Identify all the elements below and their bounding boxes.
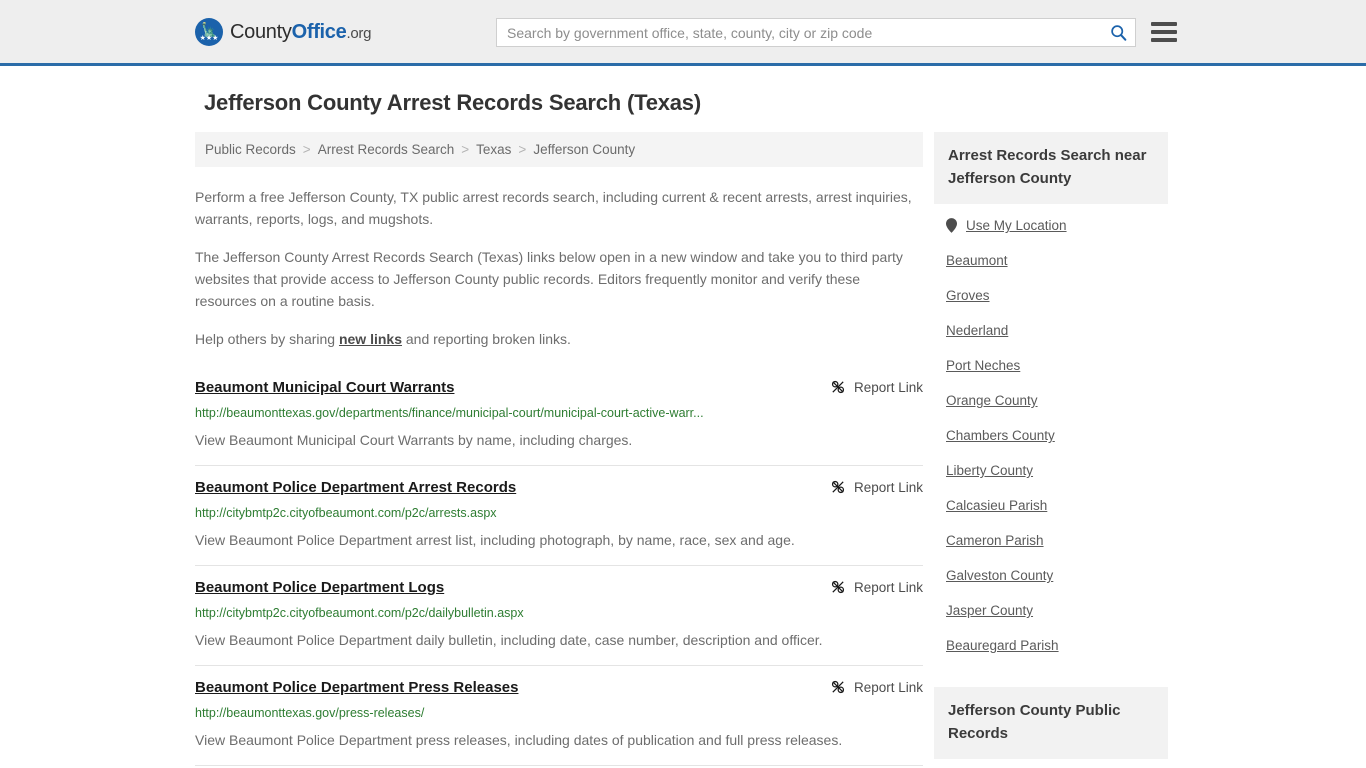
menu-bar-2 — [1151, 30, 1177, 34]
report-link-label: Report Link — [853, 679, 923, 695]
intro-paragraph-1: Perform a free Jefferson County, TX publ… — [195, 189, 912, 227]
sidebar-item-galveston-county[interactable]: Galveston County — [934, 558, 1168, 593]
page-body: Jefferson County Arrest Records Search (… — [0, 90, 1366, 768]
search-icon — [1110, 25, 1126, 41]
result-description: View Beaumont Police Department daily bu… — [195, 632, 823, 648]
breadcrumb: Public Records > Arrest Records Search >… — [195, 132, 923, 167]
result-url[interactable]: http://beaumonttexas.gov/departments/fin… — [195, 405, 923, 421]
report-link-label: Report Link — [853, 479, 923, 495]
report-link-button[interactable]: Report Link — [830, 378, 923, 395]
logo-text-org: .org — [346, 24, 372, 42]
result-description: View Beaumont Municipal Court Warrants b… — [195, 432, 633, 448]
sidebar-nearby-links: Use My Location Beaumont Groves Nederlan… — [934, 208, 1168, 663]
report-link-button[interactable]: Report Link — [830, 478, 923, 495]
sidebar-link-label[interactable]: Calcasieu Parish — [946, 498, 1047, 513]
result-url[interactable]: http://beaumonttexas.gov/press-releases/ — [195, 705, 923, 721]
breadcrumb-separator: > — [461, 142, 470, 157]
result-item: Beaumont Police Department Arrest Record… — [195, 465, 923, 565]
report-link-button[interactable]: Report Link — [830, 678, 923, 695]
intro-p3-before: Help others by sharing — [195, 331, 339, 347]
broken-link-icon — [831, 580, 845, 594]
intro-text: Perform a free Jefferson County, TX publ… — [195, 186, 923, 350]
report-link-label: Report Link — [853, 379, 923, 395]
sidebar-item-use-my-location[interactable]: Use My Location — [934, 208, 1168, 243]
broken-link-icon — [831, 680, 845, 694]
result-url[interactable]: http://citybmtp2c.cityofbeaumont.com/p2c… — [195, 505, 923, 521]
intro-paragraph-3: Help others by sharing new links and rep… — [195, 328, 923, 350]
hamburger-menu-icon[interactable] — [1149, 18, 1179, 46]
sidebar-item-nederland[interactable]: Nederland — [934, 313, 1168, 348]
breadcrumb-item-jefferson-county[interactable]: Jefferson County — [533, 142, 635, 157]
broken-link-icon — [831, 380, 845, 394]
sidebar-link-label[interactable]: Chambers County — [946, 428, 1055, 443]
intro-p3-after: and reporting broken links. — [402, 331, 571, 347]
sidebar-item-liberty-county[interactable]: Liberty County — [934, 453, 1168, 488]
sidebar-link-label[interactable]: Cameron Parish — [946, 533, 1044, 548]
search-button[interactable] — [1101, 19, 1135, 46]
sidebar-link-label[interactable]: Nederland — [946, 323, 1008, 338]
sidebar-item-calcasieu-parish[interactable]: Calcasieu Parish — [934, 488, 1168, 523]
main-content: Public Records > Arrest Records Search >… — [195, 132, 923, 768]
sidebar-link-label[interactable]: Port Neches — [946, 358, 1020, 373]
menu-bar-1 — [1151, 22, 1177, 26]
sidebar-link-label[interactable]: Orange County — [946, 393, 1038, 408]
new-links-link[interactable]: new links — [339, 331, 402, 347]
menu-bar-3 — [1151, 38, 1177, 42]
report-link-button[interactable]: Report Link — [830, 578, 923, 595]
sidebar-link-label[interactable]: Galveston County — [946, 568, 1053, 583]
breadcrumb-item-arrest-records-search[interactable]: Arrest Records Search — [318, 142, 455, 157]
breadcrumb-separator: > — [302, 142, 311, 157]
result-item: Beaumont Police Department Logs Report L… — [195, 565, 923, 665]
result-item: Beaumont Police Department Press Release… — [195, 665, 923, 765]
site-header: 🗽 ★★★ CountyOffice.org — [0, 0, 1366, 66]
result-title-link[interactable]: Beaumont Police Department Press Release… — [195, 678, 518, 698]
results-list: Beaumont Municipal Court Warrants Report… — [195, 370, 923, 768]
logo-text-office: Office — [291, 20, 347, 43]
sidebar-item-orange-county[interactable]: Orange County — [934, 383, 1168, 418]
map-pin-icon — [946, 218, 957, 233]
broken-link-icon — [831, 480, 845, 494]
sidebar-item-groves[interactable]: Groves — [934, 278, 1168, 313]
sidebar-link-label[interactable]: Groves — [946, 288, 990, 303]
sidebar-nearby-heading: Arrest Records Search near Jefferson Cou… — [934, 132, 1168, 204]
result-title-link[interactable]: Beaumont Municipal Court Warrants — [195, 378, 454, 398]
site-logo[interactable]: 🗽 ★★★ CountyOffice.org — [195, 18, 371, 46]
result-title-link[interactable]: Beaumont Police Department Arrest Record… — [195, 478, 516, 498]
result-title-link[interactable]: Beaumont Police Department Logs — [195, 578, 444, 598]
sidebar: Arrest Records Search near Jefferson Cou… — [934, 132, 1168, 768]
page-title: Jefferson County Arrest Records Search (… — [204, 90, 701, 115]
result-item: Beaumont Municipal Court Warrants Report… — [195, 370, 923, 465]
breadcrumb-item-public-records[interactable]: Public Records — [205, 142, 296, 157]
sidebar-public-records-heading: Jefferson County Public Records — [934, 687, 1168, 759]
logo-wordmark: CountyOffice.org — [230, 21, 371, 44]
sidebar-link-label[interactable]: Beauregard Parish — [946, 638, 1059, 653]
sidebar-item-chambers-county[interactable]: Chambers County — [934, 418, 1168, 453]
result-description: View Beaumont Police Department arrest l… — [195, 532, 795, 548]
logo-text-county: County — [230, 20, 292, 43]
sidebar-item-port-neches[interactable]: Port Neches — [934, 348, 1168, 383]
intro-paragraph-2: The Jefferson County Arrest Records Sear… — [195, 249, 903, 309]
breadcrumb-item-texas[interactable]: Texas — [476, 142, 511, 157]
sidebar-item-beaumont[interactable]: Beaumont — [934, 243, 1168, 278]
breadcrumb-separator: > — [518, 142, 527, 157]
search-bar[interactable] — [496, 18, 1136, 47]
sidebar-link-label[interactable]: Beaumont — [946, 253, 1008, 268]
search-input[interactable] — [497, 24, 1101, 41]
sidebar-link-label[interactable]: Use My Location — [966, 218, 1067, 233]
result-url[interactable]: http://citybmtp2c.cityofbeaumont.com/p2c… — [195, 605, 923, 621]
sidebar-item-beauregard-parish[interactable]: Beauregard Parish — [934, 628, 1168, 663]
result-description: View Beaumont Police Department press re… — [195, 732, 843, 748]
sidebar-item-jasper-county[interactable]: Jasper County — [934, 593, 1168, 628]
sidebar-link-label[interactable]: Liberty County — [946, 463, 1033, 478]
sidebar-link-label[interactable]: Jasper County — [946, 603, 1033, 618]
eagle-seal-icon: 🗽 ★★★ — [195, 18, 223, 46]
sidebar-item-cameron-parish[interactable]: Cameron Parish — [934, 523, 1168, 558]
report-link-label: Report Link — [853, 579, 923, 595]
